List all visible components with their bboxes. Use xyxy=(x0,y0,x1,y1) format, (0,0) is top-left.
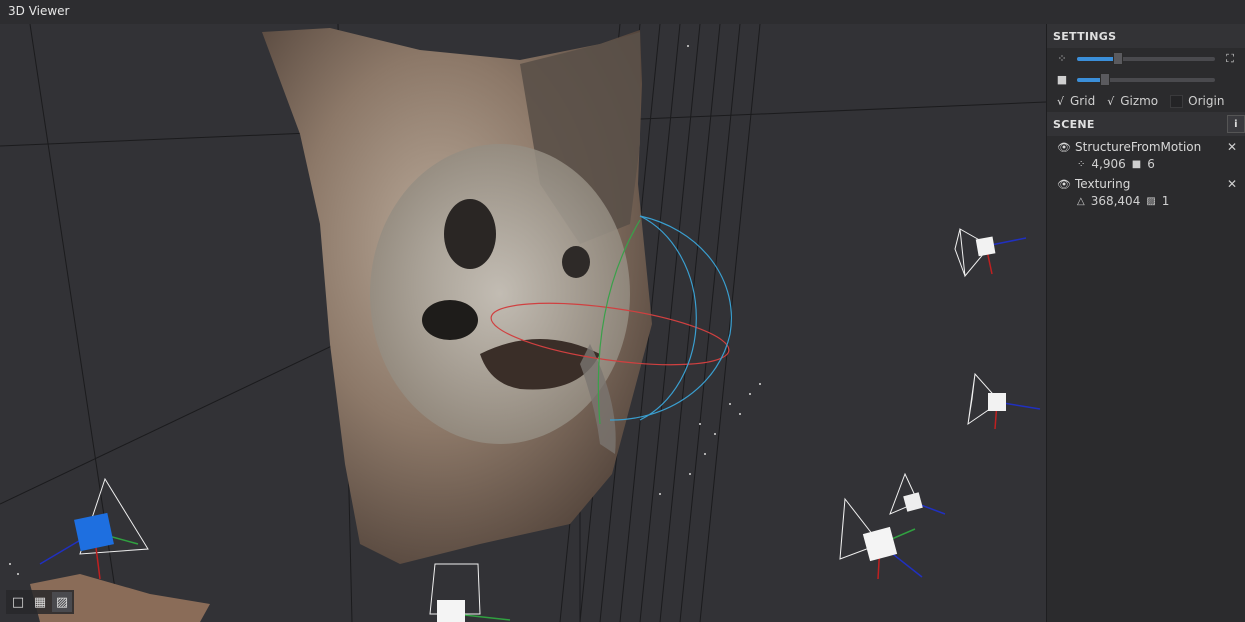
wireframe-mode-button[interactable]: ▦ xyxy=(30,592,50,612)
check-icon: √ xyxy=(1057,94,1065,108)
scene-item-sfm[interactable]: 👁 StructureFromMotion ✕ ⁘ 4,906 ■ 6 xyxy=(1047,136,1245,173)
scene-item-texturing[interactable]: 👁 Texturing ✕ △ 368,404 ▨ 1 xyxy=(1047,173,1245,210)
3d-viewport[interactable]: □ ▦ ▨ xyxy=(0,24,1046,622)
triangle-icon: △ xyxy=(1077,195,1085,207)
solid-mode-icon: □ xyxy=(11,594,25,610)
check-icon: √ xyxy=(1107,94,1115,108)
slider-handle[interactable] xyxy=(1099,72,1110,86)
close-icon[interactable]: ✕ xyxy=(1227,140,1237,154)
unchecked-box xyxy=(1170,94,1184,108)
point-size-slider[interactable] xyxy=(1077,51,1215,65)
grid-toggle[interactable]: √ Grid xyxy=(1057,94,1095,108)
textured-mesh xyxy=(30,28,652,622)
gizmo-toggle-label: Gizmo xyxy=(1120,94,1159,108)
point-size-slider-row: ⁘ ⛶ xyxy=(1047,48,1245,69)
wireframe-mode-icon: ▦ xyxy=(33,594,47,610)
side-panel: SETTINGS ⁘ ⛶ ■ √ Grid √ Gizmo Origin SCE… xyxy=(1046,24,1245,622)
selected-camera xyxy=(74,512,114,552)
render-mode-toolbar: □ ▦ ▨ xyxy=(6,590,74,614)
slider-fill xyxy=(1077,56,1119,61)
scene-heading-label: SCENE xyxy=(1053,117,1095,131)
slider-handle[interactable] xyxy=(1113,51,1124,65)
fit-view-icon[interactable]: ⛶ xyxy=(1223,52,1237,66)
eye-icon[interactable]: 👁 xyxy=(1057,141,1071,154)
camera-icon: ■ xyxy=(1131,158,1142,170)
scene-render[interactable] xyxy=(0,24,1046,622)
display-toggles: √ Grid √ Gizmo Origin xyxy=(1047,90,1245,112)
camera-icon: ■ xyxy=(1056,73,1068,86)
points-icon: ⁘ xyxy=(1057,52,1067,65)
window-title: 3D Viewer xyxy=(0,0,1245,24)
texture-count: 1 xyxy=(1161,194,1170,208)
scene-heading: SCENE i xyxy=(1047,112,1245,136)
scene-item-name: StructureFromMotion xyxy=(1075,140,1202,154)
camera-scale-slider[interactable] xyxy=(1077,72,1215,86)
gizmo-toggle[interactable]: √ Gizmo xyxy=(1107,94,1158,108)
camera-scale-slider-row: ■ xyxy=(1047,69,1245,90)
eye-icon[interactable]: 👁 xyxy=(1057,178,1071,191)
points-count: 4,906 xyxy=(1091,157,1126,171)
points-icon: ⁘ xyxy=(1077,158,1086,170)
textured-mode-icon: ▨ xyxy=(55,594,69,610)
camera-count: 6 xyxy=(1147,157,1155,171)
texture-icon: ▨ xyxy=(1146,195,1156,207)
solid-mode-button[interactable]: □ xyxy=(8,592,28,612)
settings-heading: SETTINGS xyxy=(1047,24,1245,48)
origin-toggle[interactable]: Origin xyxy=(1170,94,1224,108)
info-icon[interactable]: i xyxy=(1227,115,1245,133)
scene-item-name: Texturing xyxy=(1075,177,1131,191)
triangle-count: 368,404 xyxy=(1090,194,1141,208)
grid-toggle-label: Grid xyxy=(1070,94,1096,108)
textured-mode-button[interactable]: ▨ xyxy=(52,592,72,612)
close-icon[interactable]: ✕ xyxy=(1227,177,1237,191)
origin-toggle-label: Origin xyxy=(1188,94,1225,108)
